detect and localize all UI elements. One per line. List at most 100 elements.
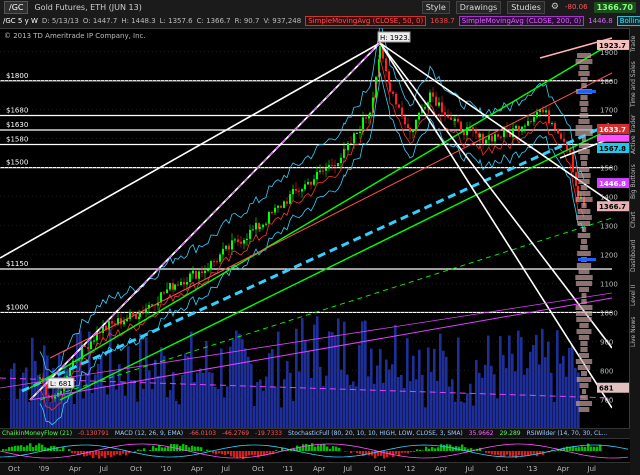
candle-body xyxy=(259,227,261,229)
volume-profile-bar xyxy=(577,365,591,370)
volume-bar xyxy=(169,390,172,428)
sidebar-tab-live-news[interactable]: Live News xyxy=(630,314,640,350)
study-sma50-label[interactable]: SimpleMovingAvg (CLOSE, 50, 0) xyxy=(305,15,427,26)
volume-profile-bar xyxy=(578,179,590,184)
sidebar-tab-trade[interactable]: Trade xyxy=(630,32,640,56)
volume-bar xyxy=(538,364,541,428)
price-axis[interactable]: 1900180017001600150014001300120011001000… xyxy=(596,28,630,428)
volume-profile-bar xyxy=(581,293,587,298)
cmf-bar xyxy=(248,451,251,456)
volume-profile-bar xyxy=(579,323,589,328)
volume-bar xyxy=(550,372,553,428)
volume-bar xyxy=(517,330,520,428)
x-tick-label: Jul xyxy=(587,465,596,473)
sidebar-tab-big-buttons[interactable]: Big Buttons xyxy=(630,160,640,204)
gear-icon[interactable]: ⚙ xyxy=(551,2,559,12)
cmf-label[interactable]: ChaikinMoneyFlow (21) xyxy=(2,430,72,437)
volume-bar xyxy=(553,401,556,428)
candle-body xyxy=(447,116,449,118)
sidebar-tab-dashboard[interactable]: Dashboard xyxy=(630,236,640,276)
candle-body xyxy=(325,168,327,171)
candle-body xyxy=(518,125,520,132)
volume-bar xyxy=(109,329,112,428)
x-tick-label: '12 xyxy=(404,465,416,473)
green-channel-upper xyxy=(29,42,612,389)
volume-bar xyxy=(160,347,163,428)
badge-sma200-text: 1446.8 xyxy=(599,180,626,188)
cmf-bar xyxy=(401,451,404,453)
macd-label[interactable]: MACD (12, 26, 9, EMA) xyxy=(115,430,183,437)
x-tick-label: Oct xyxy=(130,465,143,473)
rsi-label[interactable]: RSIWilder (14, 70, 30, CL... xyxy=(527,430,608,437)
volume-bar xyxy=(343,321,346,428)
cmf-bar xyxy=(104,451,107,459)
cmf-bar xyxy=(110,451,113,458)
quote-symbol: /GC 5 y W xyxy=(3,16,38,25)
sidebar-tab-active-trader[interactable]: Active Trader xyxy=(630,112,640,156)
volume-profile-bar xyxy=(578,149,590,154)
style-button[interactable]: Style xyxy=(421,0,450,14)
price-level-label: $1150 xyxy=(6,260,28,268)
cmf-bar xyxy=(227,451,230,455)
volume-bar xyxy=(121,381,124,428)
symbol-selector[interactable]: /GC xyxy=(4,0,29,14)
cmf-bar xyxy=(221,451,224,455)
y-tick-label: 1400 xyxy=(600,194,618,202)
volume-bar xyxy=(574,367,577,428)
candle-body xyxy=(472,127,474,131)
volume-bar xyxy=(19,388,22,428)
symbol-description: Gold Futures, ETH (JUN 13) xyxy=(34,2,142,12)
sidebar-tab-time-and-sales[interactable]: Time and Sales xyxy=(630,60,640,108)
macd-value-1: -66.0103 xyxy=(189,430,217,437)
cmf-bar xyxy=(323,443,326,451)
volume-bar xyxy=(271,349,274,428)
price-chart[interactable]: $1800 $1680 $1630 $1580 $1500 $1150 $1000 H: 19… xyxy=(0,28,612,428)
y-tick-label: 1200 xyxy=(600,252,618,260)
stochastic-label[interactable]: StochasticFull (80, 20, 10, 10, HIGH, LO… xyxy=(288,430,463,437)
volume-bar xyxy=(457,337,460,428)
volume-bar xyxy=(496,398,499,428)
volume-bar xyxy=(442,350,445,428)
candle-body xyxy=(319,170,321,172)
volume-profile-bar xyxy=(576,263,592,268)
volume-bar xyxy=(232,339,235,428)
studies-button[interactable]: Studies xyxy=(507,0,545,14)
volume-bar xyxy=(328,331,331,428)
cmf-bar xyxy=(569,447,572,451)
cmf-bar xyxy=(245,451,248,457)
study-sma200-label[interactable]: SimpleMovingAvg (CLOSE, 200, 0) xyxy=(458,15,585,26)
volume-profile-bar xyxy=(576,329,592,334)
volume-bar xyxy=(361,321,364,428)
cmf-bar xyxy=(68,449,71,451)
candle-body xyxy=(234,239,236,241)
macd-value-3: -19.7333 xyxy=(255,430,283,437)
study-bb-label[interactable]: BollingerBandsSMA xyxy=(616,15,640,26)
cmf-bar xyxy=(404,451,407,453)
volume-bar xyxy=(505,368,508,428)
volume-bar xyxy=(514,371,517,428)
cmf-bar xyxy=(443,444,446,451)
volume-bar xyxy=(367,376,370,428)
sidebar-tab-chart[interactable]: Chart xyxy=(630,208,640,232)
time-axis[interactable]: Oct '09 Apr Jul Oct '10 Apr Jul Oct '11 Apr Jul Oct '… xyxy=(0,462,630,475)
volume-bar xyxy=(97,363,100,428)
y-tick-label: 800 xyxy=(600,367,613,375)
candle-body xyxy=(388,71,390,83)
x-tick-label: Jul xyxy=(343,465,352,473)
drawings-button[interactable]: Drawings xyxy=(455,0,502,14)
candle-body xyxy=(497,134,499,137)
candle-body xyxy=(560,133,562,139)
candle-body xyxy=(111,321,113,324)
cmf-bar xyxy=(446,444,449,451)
cmf-bar xyxy=(224,451,227,455)
volume-profile-bar xyxy=(577,209,591,214)
indicator-pane[interactable] xyxy=(0,438,630,463)
candle-body xyxy=(216,261,218,263)
badge-magenta-level xyxy=(597,134,629,142)
volume-bar xyxy=(151,389,154,428)
cmf-bar xyxy=(140,450,143,451)
candle-body xyxy=(542,109,544,113)
volume-bar xyxy=(562,355,565,428)
sidebar-tab-level-ii[interactable]: Level II xyxy=(630,280,640,310)
volume-profile-bar xyxy=(581,83,587,88)
